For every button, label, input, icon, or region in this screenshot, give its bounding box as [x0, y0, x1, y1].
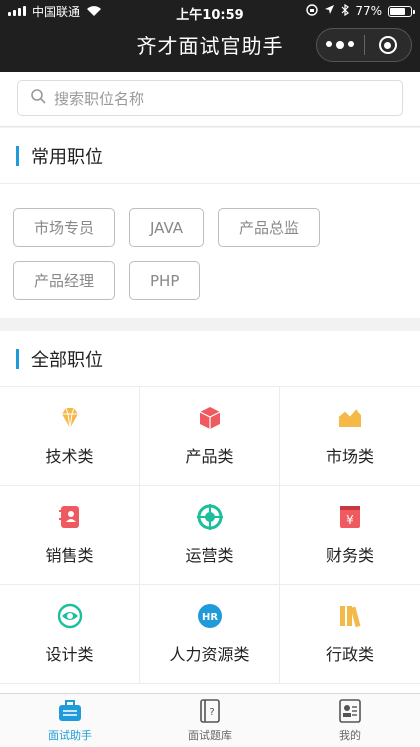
category-label: 行政类	[325, 645, 374, 664]
tab-id-card[interactable]: 我的	[280, 694, 420, 747]
tab-question-book[interactable]: ? 面试题库	[140, 694, 280, 747]
category-cell[interactable]: 产品类	[140, 387, 280, 486]
battery-percent: 77%	[355, 4, 382, 18]
status-bar: 中国联通 上午10:59 77%	[0, 0, 420, 23]
briefcase-icon	[57, 698, 83, 724]
section-accent-bar	[16, 348, 19, 369]
category-cell[interactable]: HR 人力资源类	[140, 585, 280, 684]
tab-label: 面试题库	[188, 729, 232, 742]
diamond-icon	[57, 405, 83, 431]
category-cell[interactable]: 行政类	[280, 585, 420, 684]
category-label: 设计类	[45, 645, 94, 664]
hr-badge-icon: HR	[197, 603, 223, 629]
contact-book-icon	[57, 504, 83, 530]
position-tag[interactable]: 产品总监	[218, 208, 321, 247]
search-input[interactable]: 搜索职位名称	[17, 80, 403, 116]
svg-text:HR: HR	[201, 612, 217, 623]
eye-icon	[57, 603, 83, 629]
tab-label: 我的	[339, 729, 361, 742]
battery-icon	[388, 5, 415, 17]
id-card-icon	[337, 698, 363, 724]
section-title: 全部职位	[31, 349, 103, 371]
common-positions-section: 常用职位 市场专员 JAVA 产品总监产品经理 PHP	[0, 128, 420, 318]
svg-text:?: ?	[209, 707, 214, 718]
category-cell[interactable]: 设计类	[0, 585, 140, 684]
category-label: 市场类	[325, 447, 374, 466]
category-cell[interactable]: 技术类	[0, 387, 140, 486]
search-placeholder: 搜索职位名称	[54, 89, 145, 108]
books-icon	[337, 603, 363, 629]
category-cell[interactable]: 市场类	[280, 387, 420, 486]
battery-level	[390, 7, 406, 15]
mini-program-capsule	[316, 28, 412, 62]
section-accent-bar	[16, 145, 19, 166]
category-label: 产品类	[185, 447, 234, 466]
bluetooth-icon	[341, 3, 350, 19]
tab-briefcase[interactable]: 面试助手	[0, 694, 140, 747]
section-title: 常用职位	[31, 146, 103, 168]
signal-icon	[8, 6, 26, 16]
target-icon	[196, 504, 223, 530]
cube-icon	[197, 405, 223, 431]
category-label: 人力资源类	[169, 645, 250, 664]
more-button[interactable]	[317, 29, 364, 61]
trend-chart-icon	[337, 405, 363, 431]
category-cell[interactable]: 运营类	[140, 486, 280, 585]
tab-bar: 面试助手? 面试题库 我的	[0, 693, 420, 747]
top-bar: 中国联通 上午10:59 77% 齐才面试官助手	[0, 0, 420, 72]
more-dots-icon	[326, 41, 355, 49]
position-tag[interactable]: PHP	[129, 261, 201, 300]
all-positions-section: 全部职位 技术类 产品类 市场类销售类 运营类 ¥ 财务类设计类 HR 人力资源类 行政类	[0, 331, 420, 693]
target-icon	[378, 36, 397, 54]
category-label: 财务类	[325, 546, 374, 565]
category-grid: 技术类 产品类 市场类销售类 运营类 ¥ 财务类设计类 HR 人力资源类 行政类	[0, 387, 420, 684]
section-header: 全部职位	[0, 331, 420, 387]
location-icon	[324, 4, 335, 18]
position-tag[interactable]: 产品经理	[13, 261, 116, 300]
search-bar: 搜索职位名称	[0, 72, 420, 127]
category-cell[interactable]: 销售类	[0, 486, 140, 585]
position-tags: 市场专员 JAVA 产品总监产品经理 PHP	[13, 208, 413, 300]
question-book-icon: ?	[197, 698, 223, 724]
category-cell[interactable]: ¥ 财务类	[280, 486, 420, 585]
tab-label: 面试助手	[48, 729, 92, 742]
section-header: 常用职位	[0, 128, 420, 184]
rotation-lock-icon	[306, 3, 319, 19]
category-label: 运营类	[185, 546, 234, 565]
category-label: 销售类	[45, 546, 94, 565]
search-icon	[30, 88, 46, 108]
close-button[interactable]	[365, 29, 412, 61]
yuan-ledger-icon: ¥	[337, 504, 363, 530]
position-tag[interactable]: JAVA	[129, 208, 205, 247]
wifi-icon	[86, 5, 102, 17]
position-tag[interactable]: 市场专员	[13, 208, 116, 247]
svg-text:¥: ¥	[346, 513, 354, 527]
carrier-name: 中国联通	[32, 4, 81, 19]
category-label: 技术类	[45, 447, 94, 466]
